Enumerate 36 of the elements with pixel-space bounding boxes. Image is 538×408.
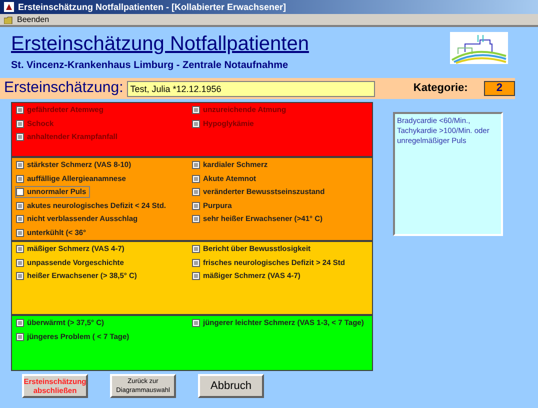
window-title: Ersteinschätzung Notfallpatienten - [Kollabierter Erwachsener]: [18, 2, 286, 12]
toolbar-button[interactable]: Beenden: [4, 16, 50, 24]
checkbox[interactable]: [192, 258, 200, 266]
patient-field[interactable]: Test, Julia *12.12.1956: [127, 80, 376, 96]
checkbox[interactable]: [16, 272, 24, 280]
checkbox[interactable]: [16, 215, 24, 223]
category-value: 2: [484, 81, 515, 96]
checkbox[interactable]: [192, 245, 200, 253]
app-icon: [4, 2, 14, 12]
checkbox[interactable]: [192, 188, 200, 196]
checkbox[interactable]: [16, 161, 24, 169]
patient-label: Ersteinschätzung:: [4, 78, 124, 98]
checkbox[interactable]: [16, 258, 24, 266]
logo-drawing: [450, 32, 508, 64]
checkbox[interactable]: [192, 202, 200, 210]
checkbox[interactable]: [192, 215, 200, 223]
hospital-subtitle: St. Vincenz-Krankenhaus Limburg - Zentrale Notaufnahme: [11, 59, 290, 73]
action-button[interactable]: Abbruch: [198, 374, 264, 398]
checkbox[interactable]: [16, 106, 24, 114]
page-title: Ersteinschätzung Notfallpatienten: [11, 32, 310, 56]
category-label: Kategorie:: [413, 81, 468, 96]
checkbox[interactable]: [192, 120, 200, 128]
checkbox[interactable]: [16, 120, 24, 128]
checkbox[interactable]: [16, 332, 24, 340]
checkbox[interactable]: [192, 161, 200, 169]
checkbox[interactable]: [16, 133, 24, 141]
checkbox[interactable]: [16, 245, 24, 253]
checkbox[interactable]: [192, 319, 200, 327]
checkbox[interactable]: [16, 188, 24, 196]
checkbox[interactable]: [192, 272, 200, 280]
checkbox[interactable]: [16, 174, 24, 182]
checkbox[interactable]: [192, 106, 200, 114]
checkbox[interactable]: [16, 202, 24, 210]
checkbox[interactable]: [192, 174, 200, 182]
checkbox[interactable]: [16, 228, 24, 236]
checkbox[interactable]: [16, 319, 24, 327]
